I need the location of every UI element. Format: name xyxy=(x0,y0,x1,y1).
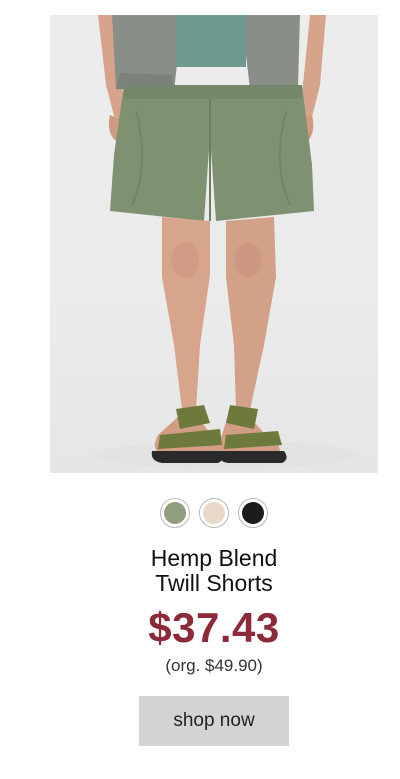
product-card: Hemp Blend Twill Shorts $37.43 (org. $49… xyxy=(0,0,400,779)
product-title[interactable]: Hemp Blend Twill Shorts xyxy=(0,546,400,596)
product-image[interactable] xyxy=(50,15,378,473)
swatch-green-dot xyxy=(164,502,186,524)
swatch-beige[interactable] xyxy=(199,498,229,528)
swatch-beige-dot xyxy=(203,502,225,524)
product-title-line2: Twill Shorts xyxy=(155,570,273,596)
shop-now-button[interactable]: shop now xyxy=(139,696,289,746)
swatch-green[interactable] xyxy=(160,498,190,528)
swatch-black-dot xyxy=(242,502,264,524)
original-price: (org. $49.90) xyxy=(165,656,263,675)
sale-price: $37.43 xyxy=(148,604,280,651)
product-title-line1: Hemp Blend xyxy=(150,545,278,571)
color-swatches xyxy=(0,498,400,528)
swatch-black[interactable] xyxy=(238,498,268,528)
model-photo xyxy=(95,15,355,469)
